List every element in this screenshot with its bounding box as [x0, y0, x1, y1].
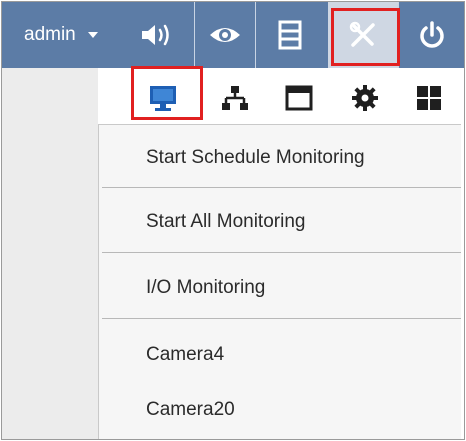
menu-divider — [102, 187, 461, 188]
menu-item-io-monitoring[interactable]: I/O Monitoring — [146, 277, 265, 299]
chevron-down-icon — [87, 32, 98, 38]
gear-icon — [352, 85, 378, 111]
network-button[interactable] — [206, 76, 264, 120]
app-window: admin Start Schedule Monitoring Start Al… — [1, 1, 465, 440]
layout-button[interactable] — [400, 76, 458, 120]
tools-icon — [349, 21, 375, 47]
menu-divider — [102, 318, 461, 319]
monitoring-dropdown-menu: Start Schedule Monitoring Start All Moni… — [98, 124, 461, 439]
menu-item-start-schedule-monitoring[interactable]: Start Schedule Monitoring — [146, 147, 365, 169]
window-icon — [285, 85, 313, 111]
film-icon — [278, 20, 302, 50]
menu-item-start-all-monitoring[interactable]: Start All Monitoring — [146, 211, 305, 233]
grid-icon — [417, 86, 441, 110]
logout-button[interactable] — [399, 2, 464, 68]
menu-divider — [102, 252, 461, 253]
live-view-button[interactable] — [195, 2, 255, 68]
user-menu[interactable]: admin — [2, 2, 120, 68]
volume-button[interactable] — [120, 2, 194, 68]
settings-button[interactable] — [336, 76, 394, 120]
monitoring-button[interactable] — [134, 76, 192, 120]
top-toolbar: admin — [2, 2, 464, 68]
left-panel — [2, 68, 98, 439]
secondary-toolbar — [98, 68, 464, 124]
window-button[interactable] — [270, 76, 328, 120]
username-label: admin — [24, 24, 76, 45]
menu-item-camera4[interactable]: Camera4 — [146, 344, 224, 366]
menu-item-camera20[interactable]: Camera20 — [146, 399, 235, 421]
network-icon — [222, 86, 248, 110]
tools-button[interactable] — [328, 2, 398, 68]
playback-button[interactable] — [256, 2, 324, 68]
monitor-icon — [150, 86, 176, 111]
power-icon — [419, 21, 444, 48]
volume-icon — [142, 24, 169, 46]
eye-icon — [210, 28, 240, 42]
